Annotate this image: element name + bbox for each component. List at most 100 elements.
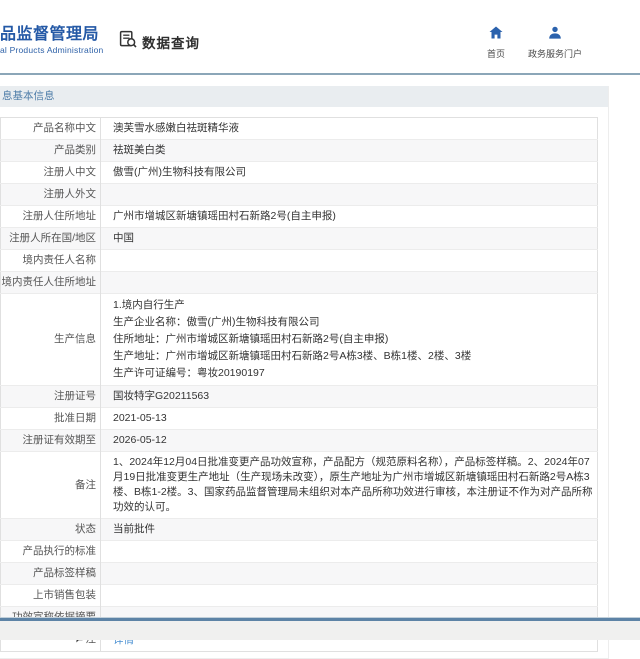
user-icon [548, 26, 562, 44]
table-row: 产品名称中文 澳芙雪水感嫩白祛斑精华液 [1, 118, 598, 140]
nav-home-label: 首页 [487, 47, 505, 60]
table-row: 产品类别 祛斑美白类 [1, 140, 598, 162]
row-value-cell: 当前批件 [101, 519, 598, 541]
row-label: 产品名称中文 [33, 122, 96, 134]
row-label-cell: 注册证有效期至 [1, 430, 101, 452]
info-panel: 息基本信息 产品名称中文 澳芙雪水感嫩白祛斑精华液产品类别 祛斑美白类注册人中文 傲雪… [0, 86, 609, 659]
info-table-body: 产品名称中文 澳芙雪水感嫩白祛斑精华液产品类别 祛斑美白类注册人中文 傲雪(广州)生物… [1, 118, 598, 652]
row-label: 产品类别 [54, 144, 96, 156]
table-row: 注册证有效期至 2026-05-12 [1, 430, 598, 452]
data-query-label: 数据查询 [142, 32, 200, 52]
table-row: 注册人住所地址 广州市增城区新塘镇瑶田村石新路2号(自主申报) [1, 206, 598, 228]
row-label-cell: 上市销售包装 [1, 585, 101, 607]
table-row: 产品标签样稿 [1, 563, 598, 585]
row-label-cell: 产品类别 [1, 140, 101, 162]
site-logo-cn: 品监督管理局 [0, 20, 99, 44]
site-header: 品监督管理局 al Products Administration 数据查询 首… [0, 0, 640, 73]
table-row: 注册人中文 傲雪(广州)生物科技有限公司 [1, 162, 598, 184]
row-value: 祛斑美白类 [113, 144, 166, 156]
row-label: 批准日期 [54, 412, 96, 424]
row-value: 2021-05-13 [113, 412, 167, 424]
row-value-cell: 祛斑美白类 [101, 140, 598, 162]
site-logo-en: al Products Administration [0, 45, 103, 55]
row-label-cell: 境内责任人名称 [1, 250, 101, 272]
table-row: 境内责任人住所地址 [1, 272, 598, 294]
home-icon [489, 26, 503, 44]
row-value-cell: 2021-05-13 [101, 408, 598, 430]
row-label: 注册人外文 [44, 188, 97, 200]
row-value: 广州市增城区新塘镇瑶田村石新路2号(自主申报) [113, 210, 336, 222]
row-label: 注册证有效期至 [23, 434, 97, 446]
section-header: 息基本信息 [0, 86, 608, 107]
row-value-cell: 1、2024年12月04日批准变更产品功效宣称，产品配方（规范原料名称），产品标… [101, 452, 598, 519]
row-label: 状态 [75, 523, 96, 535]
row-value: 1、2024年12月04日批准变更产品功效宣称，产品配方（规范原料名称），产品标… [113, 456, 593, 513]
table-row: 产品执行的标准 [1, 541, 598, 563]
row-label-cell: 注册证号 [1, 386, 101, 408]
table-row: 生产信息 1.境内自行生产生产企业名称：傲雪(广州)生物科技有限公司住所地址：广州… [1, 294, 598, 386]
row-label-cell: 注册人中文 [1, 162, 101, 184]
row-label: 产品执行的标准 [23, 545, 97, 557]
info-table: 产品名称中文 澳芙雪水感嫩白祛斑精华液产品类别 祛斑美白类注册人中文 傲雪(广州)生物… [0, 117, 598, 652]
row-label-cell: 产品标签样稿 [1, 563, 101, 585]
page-footer [0, 617, 640, 640]
nav-portal-label: 政务服务门户 [528, 47, 582, 60]
row-label-cell: 状态 [1, 519, 101, 541]
data-query-title[interactable]: 数据查询 [119, 30, 200, 53]
row-value-cell [101, 541, 598, 563]
top-nav: 首页 政务服务门户 [480, 26, 582, 60]
value-line: 生产许可证编号：粤妆20190197 [113, 365, 597, 382]
row-label: 注册人中文 [44, 166, 97, 178]
row-label-cell: 注册人外文 [1, 184, 101, 206]
table-row: 注册人外文 [1, 184, 598, 206]
row-value-cell [101, 585, 598, 607]
row-label-cell: 产品名称中文 [1, 118, 101, 140]
row-label: 生产信息 [54, 333, 96, 345]
table-row: 注册证号 国妆特字G20211563 [1, 386, 598, 408]
row-value: 傲雪(广州)生物科技有限公司 [113, 166, 246, 178]
table-row: 状态当前批件 [1, 519, 598, 541]
row-label-cell: 批准日期 [1, 408, 101, 430]
row-value: 国妆特字G20211563 [113, 390, 209, 402]
row-value-cell [101, 250, 598, 272]
value-line: 生产企业名称：傲雪(广州)生物科技有限公司 [113, 314, 597, 331]
header-divider [0, 73, 640, 75]
row-label: 备注 [75, 479, 96, 491]
row-label: 注册证号 [54, 390, 96, 402]
row-value-cell: 澳芙雪水感嫩白祛斑精华液 [101, 118, 598, 140]
table-row: 备注 1、2024年12月04日批准变更产品功效宣称，产品配方（规范原料名称），产… [1, 452, 598, 519]
value-line: 1.境内自行生产 [113, 297, 597, 314]
row-value-cell [101, 184, 598, 206]
row-value-cell: 中国 [101, 228, 598, 250]
row-value-cell: 广州市增城区新塘镇瑶田村石新路2号(自主申报) [101, 206, 598, 228]
row-label-cell: 注册人所在国/地区 [1, 228, 101, 250]
row-label: 注册人所在国/地区 [9, 232, 96, 244]
row-value: 澳芙雪水感嫩白祛斑精华液 [113, 122, 239, 134]
value-line: 住所地址：广州市增城区新塘镇瑶田村石新路2号(自主申报) [113, 331, 597, 348]
row-label-cell: 境内责任人住所地址 [1, 272, 101, 294]
nav-portal[interactable]: 政务服务门户 [528, 26, 582, 60]
row-value: 2026-05-12 [113, 434, 167, 446]
row-label: 境内责任人名称 [23, 254, 97, 266]
row-label-cell: 备注 [1, 452, 101, 519]
row-label: 上市销售包装 [33, 589, 96, 601]
footer-area [0, 621, 640, 640]
table-row: 境内责任人名称 [1, 250, 598, 272]
row-value: 中国 [113, 232, 134, 244]
row-value-cell: 傲雪(广州)生物科技有限公司 [101, 162, 598, 184]
doc-search-icon [119, 30, 137, 53]
value-line: 生产地址：广州市增城区新塘镇瑶田村石新路2号A栋3楼、B栋1楼、2楼、3楼 [113, 348, 597, 365]
row-value-cell: 2026-05-12 [101, 430, 598, 452]
row-label: 境内责任人住所地址 [2, 276, 97, 288]
row-label-cell: 注册人住所地址 [1, 206, 101, 228]
nav-home[interactable]: 首页 [480, 26, 512, 60]
row-label-cell: 生产信息 [1, 294, 101, 386]
row-value-cell: 1.境内自行生产生产企业名称：傲雪(广州)生物科技有限公司住所地址：广州市增城区… [101, 294, 598, 386]
row-value-cell: 国妆特字G20211563 [101, 386, 598, 408]
row-value-cell [101, 272, 598, 294]
row-label-cell: 产品执行的标准 [1, 541, 101, 563]
row-label: 注册人住所地址 [23, 210, 97, 222]
row-label: 产品标签样稿 [33, 567, 96, 579]
table-row: 上市销售包装 [1, 585, 598, 607]
row-value-cell [101, 563, 598, 585]
